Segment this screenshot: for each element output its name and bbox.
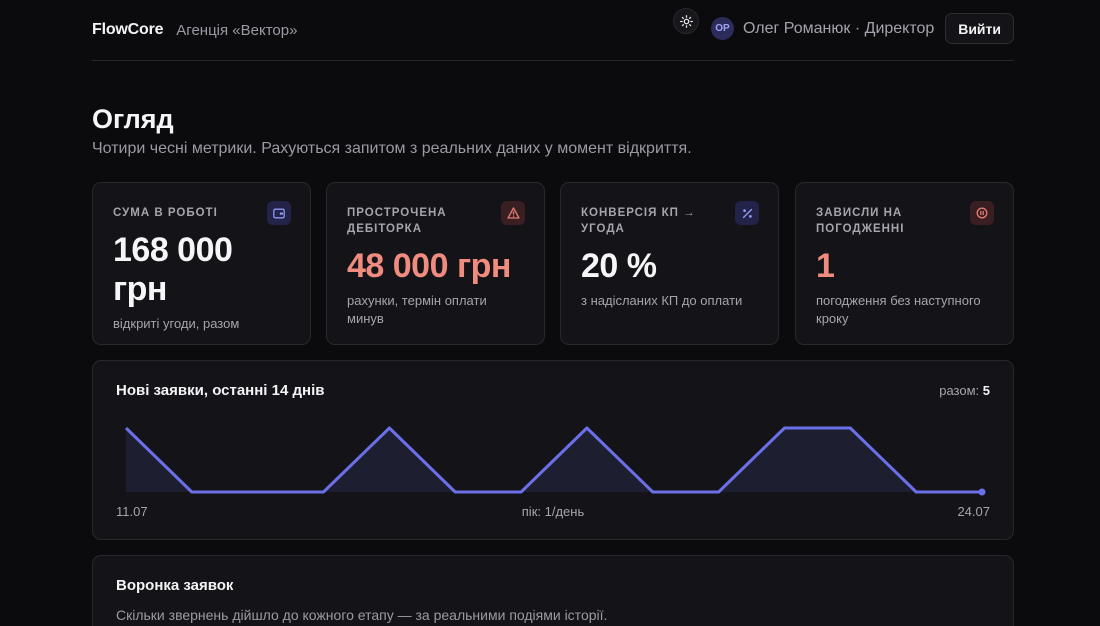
avatar: ОР [711,17,734,40]
metric-card-stuck-approvals: ЗАВИСЛИ НА ПОГОДЖЕННІ 1 погодження без н… [795,182,1014,345]
metric-note: погодження без наступного кроку [816,293,981,326]
metric-note: відкриті угоди, разом [113,316,240,331]
agency-name: Агенція «Вектор» [176,21,298,39]
percent-icon [735,201,759,225]
metric-value: 20 % [581,247,657,285]
metric-value: 168 000 грн [113,231,233,308]
data-point-24.07 [978,488,986,496]
app-brand[interactable]: FlowCore [92,21,163,39]
logout-button[interactable]: Вийти [945,13,1014,44]
sun-icon [679,14,693,28]
metric-label: ЗАВИСЛИ НА ПОГОДЖЕННІ [816,207,905,235]
top-bar: FlowCore Агенція «Вектор» ОР Олег Романю… [92,0,1014,61]
metric-label: СУМА В РОБОТІ [113,207,218,219]
page-title: Огляд [92,104,174,134]
funnel-subtitle: Скільки звернень дійшло до кожного етапу… [116,607,608,623]
theme-toggle-button[interactable] [673,8,699,34]
metric-note: з надісланих КП до оплати [581,293,743,308]
warning-icon [501,201,525,225]
page-container: FlowCore Агенція «Вектор» ОР Олег Романю… [92,0,1014,626]
pause-icon [970,201,994,225]
metric-note: рахунки, термін оплати минув [347,293,487,326]
requests-funnel-panel: Воронка заявок Скільки звернень дійшло д… [92,555,1014,626]
x-axis-end-label: 24.07 [957,504,990,519]
page-subtitle: Чотири чесні метрики. Рахуються запитом … [92,140,692,157]
metric-label: ПРОСТРОЧЕНА ДЕБІТОРКА [347,207,447,235]
metric-label: КОНВЕРСІЯ КП → УГОДА [581,207,696,235]
user-name-role: Олег Романюк · Директор [743,19,935,37]
chart-peak-label: пік: 1/день [521,504,585,519]
user-info: ОР Олег Романюк · Директор [711,17,934,40]
new-requests-chart-panel: Нові заявки, останні 14 днів разом: 5 11… [92,360,1014,540]
metric-card-overdue: ПРОСТРОЧЕНА ДЕБІТОРКА 48 000 грн рахунки… [326,182,545,345]
metric-value: 48 000 грн [347,247,511,285]
metric-card-conversion: КОНВЕРСІЯ КП → УГОДА 20 % з надісланих К… [560,182,779,345]
funnel-title: Воронка заявок [116,577,234,594]
metric-value: 1 [816,247,835,285]
wallet-icon [267,201,291,225]
metric-card-work-sum: СУМА В РОБОТІ 168 000 грн відкриті угоди… [92,182,311,345]
